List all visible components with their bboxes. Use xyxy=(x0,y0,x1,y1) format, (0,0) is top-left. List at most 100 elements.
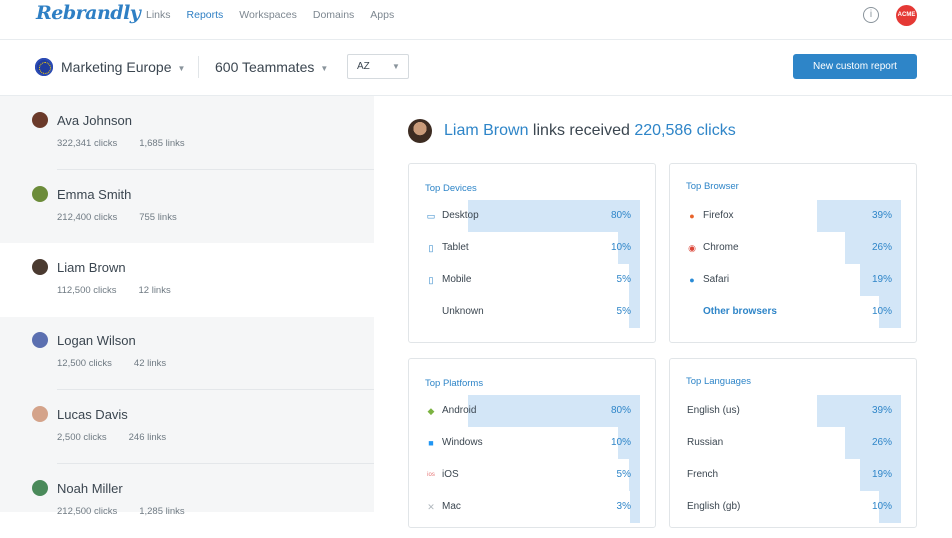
top-browser-card: Top Browser ● Firefox 39% ◉ Chrome 26% ●… xyxy=(669,163,917,343)
teammate-links: 12 links xyxy=(138,285,171,296)
stat-percent: 5% xyxy=(616,306,631,317)
firefox-icon: ● xyxy=(689,211,695,221)
avatar xyxy=(32,480,48,496)
eu-flag-icon xyxy=(35,58,53,76)
stat-percent: 5% xyxy=(616,469,631,480)
stat-label: Tablet xyxy=(442,242,469,253)
stat-label: English (us) xyxy=(687,405,740,416)
card-title: Top Browser xyxy=(686,181,739,192)
mac-icon: ✕ xyxy=(427,502,435,512)
windows-icon: ■ xyxy=(428,438,434,448)
stat-percent: 10% xyxy=(610,437,631,448)
report-clicks: 220,586 clicks xyxy=(634,122,736,139)
report-mid-text: links received xyxy=(528,122,635,139)
teammate-item[interactable]: Lucas Davis 2,500 clicks 246 links xyxy=(0,390,374,464)
workspace-selector[interactable]: Marketing Europe ▼ xyxy=(61,59,185,75)
stat-percent: 26% xyxy=(871,242,892,253)
divider xyxy=(198,56,199,78)
stat-row: ◉ Chrome 26% xyxy=(670,232,916,264)
sort-select[interactable]: AZ ▼ xyxy=(347,54,409,79)
stat-percent: 19% xyxy=(871,469,892,480)
nav-apps[interactable]: Apps xyxy=(370,9,394,21)
report-headline: Liam Brown links received 220,586 clicks xyxy=(408,119,736,143)
stat-row: English (us) 39% xyxy=(670,395,916,427)
info-icon[interactable]: i xyxy=(863,7,879,23)
teammate-item[interactable]: Noah Miller 212,500 clicks 1,285 links xyxy=(0,464,374,538)
stat-percent: 80% xyxy=(610,405,631,416)
teammate-clicks: 12,500 clicks xyxy=(57,358,112,369)
rebrandly-logo[interactable]: Rebrandly xyxy=(36,2,141,24)
stat-percent: 5% xyxy=(616,274,631,285)
teammates-selector[interactable]: 600 Teammates ▼ xyxy=(215,59,328,75)
stat-percent: 10% xyxy=(871,306,892,317)
stat-percent: 10% xyxy=(871,501,892,512)
stat-label: Russian xyxy=(687,437,724,448)
stat-row: ▯ Tablet 10% xyxy=(409,232,655,264)
report-user-name[interactable]: Liam Brown xyxy=(444,122,528,139)
teammate-name: Noah Miller xyxy=(57,481,123,496)
stat-label: Chrome xyxy=(703,242,739,253)
teammate-list: Ava Johnson 322,341 clicks 1,685 links Em… xyxy=(0,96,374,517)
stat-row: ■ Windows 10% xyxy=(409,427,655,459)
stat-label: Unknown xyxy=(442,306,484,317)
teammates-label: 600 Teammates xyxy=(215,59,315,75)
stat-label: Mac xyxy=(442,501,461,512)
teammate-item[interactable]: Ava Johnson 322,341 clicks 1,685 links xyxy=(0,96,374,170)
new-custom-report-button[interactable]: New custom report xyxy=(793,54,917,79)
other-browsers-link[interactable]: Other browsers xyxy=(703,306,777,317)
teammate-clicks: 112,500 clicks xyxy=(57,285,117,296)
nav-reports[interactable]: Reports xyxy=(187,9,224,21)
stat-percent: 80% xyxy=(610,210,631,221)
teammate-name: Ava Johnson xyxy=(57,113,132,128)
teammate-item-selected[interactable]: Liam Brown 112,500 clicks 12 links xyxy=(0,243,374,317)
tablet-icon: ▯ xyxy=(428,243,434,253)
safari-icon: ● xyxy=(689,275,695,285)
stat-label: Safari xyxy=(703,274,730,285)
stat-percent: 39% xyxy=(871,405,892,416)
teammate-name: Logan Wilson xyxy=(57,333,136,348)
nav-links[interactable]: Links xyxy=(146,9,171,21)
teammate-links: 42 links xyxy=(133,358,167,369)
teammate-item[interactable]: Emma Smith 212,400 clicks 755 links xyxy=(0,170,374,244)
chevron-down-icon: ▼ xyxy=(177,63,186,73)
avatar xyxy=(32,332,48,348)
teammate-links: 1,685 links xyxy=(139,138,185,149)
teammate-links: 755 links xyxy=(139,212,177,223)
android-icon: ◆ xyxy=(427,406,435,416)
top-devices-card: Top Devices ▭ Desktop 80% ▯ Tablet 10% ▯… xyxy=(408,163,656,343)
stat-percent: 19% xyxy=(871,274,892,285)
mobile-icon: ▯ xyxy=(428,275,434,285)
stat-row: English (gb) 10% xyxy=(670,491,916,523)
main-nav: Links Reports Workspaces Domains Apps xyxy=(146,9,410,21)
teammate-clicks: 212,400 clicks xyxy=(57,212,118,223)
nav-workspaces[interactable]: Workspaces xyxy=(239,9,297,21)
teammate-clicks: 322,341 clicks xyxy=(57,138,118,149)
stat-label: iOS xyxy=(442,469,459,480)
stat-row: ▭ Desktop 80% xyxy=(409,200,655,232)
stat-row: French 19% xyxy=(670,459,916,491)
teammate-item[interactable]: Logan Wilson 12,500 clicks 42 links xyxy=(0,316,374,390)
stat-row: ios iOS 5% xyxy=(409,459,655,491)
stat-label: Windows xyxy=(442,437,483,448)
nav-domains[interactable]: Domains xyxy=(313,9,354,21)
card-title: Top Devices xyxy=(425,183,477,194)
stat-label: Firefox xyxy=(703,210,734,221)
top-platforms-card: Top Platforms ◆ Android 80% ■ Windows 10… xyxy=(408,358,656,528)
stat-percent: 3% xyxy=(616,501,631,512)
avatar xyxy=(408,119,432,143)
stat-row: ✕ Mac 3% xyxy=(409,491,655,523)
teammate-name: Emma Smith xyxy=(57,187,132,202)
avatar xyxy=(32,186,48,202)
teammate-name: Liam Brown xyxy=(57,260,126,275)
account-avatar[interactable]: ACME xyxy=(896,5,917,26)
chevron-down-icon: ▼ xyxy=(392,62,400,71)
stat-label: French xyxy=(687,469,719,480)
desktop-icon: ▭ xyxy=(426,211,436,221)
stat-row: ● Safari 19% xyxy=(670,264,916,296)
top-navigation-bar: Rebrandly Links Reports Workspaces Domai… xyxy=(0,0,952,40)
stat-row: ◆ Android 80% xyxy=(409,395,655,427)
stat-percent: 10% xyxy=(610,242,631,253)
card-title: Top Platforms xyxy=(425,378,484,389)
ios-icon: ios xyxy=(427,472,435,478)
stat-row: Unknown 5% xyxy=(409,296,655,328)
